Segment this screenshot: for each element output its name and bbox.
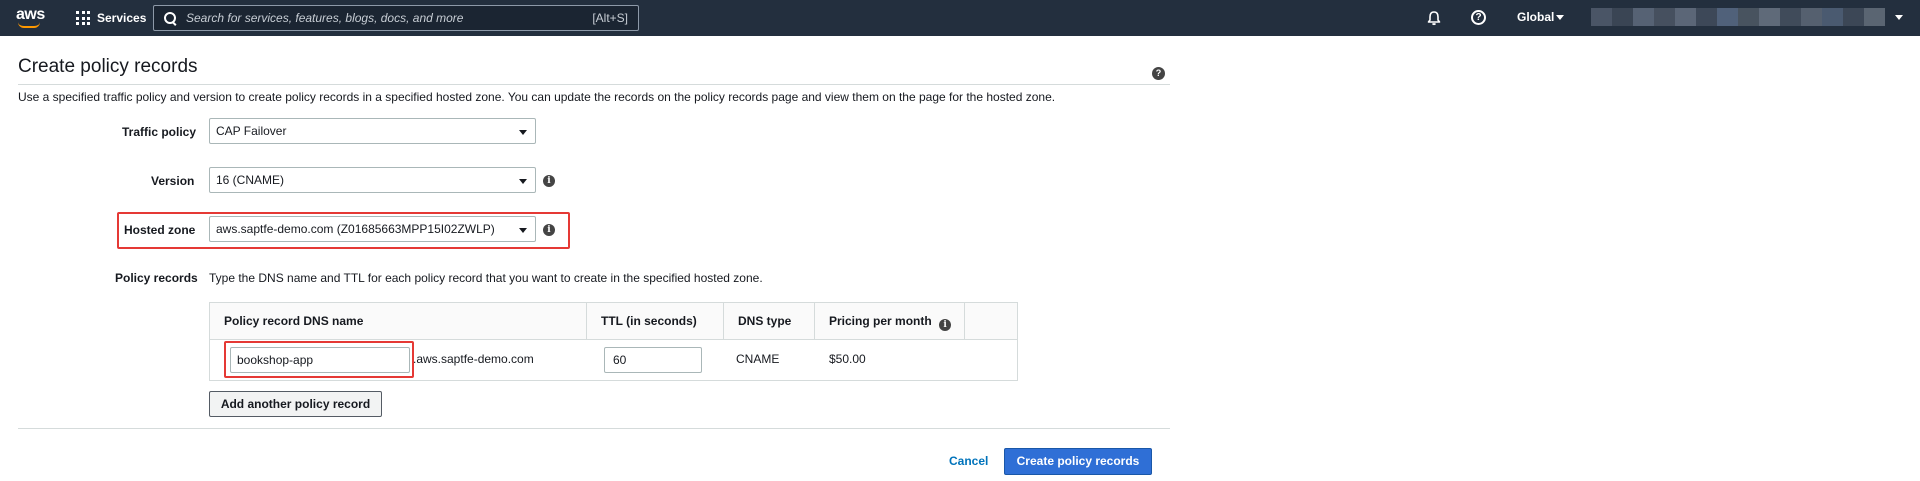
policy-records-label: Policy records [115,271,198,285]
hosted-zone-label: Hosted zone [124,223,196,237]
hosted-zone-info-icon[interactable]: i [543,224,555,236]
redacted-block [1591,8,1612,26]
hosted-zone-value: aws.saptfe-demo.com (Z01685663MPP15I02ZW… [216,222,495,236]
column-header-ttl: TTL (in seconds) [587,303,724,340]
grid-icon [76,11,90,25]
redacted-block [1612,8,1633,26]
search-shortcut-hint: [Alt+S] [592,11,628,25]
aws-logo[interactable]: aws [16,4,46,30]
caret-down-icon [519,179,527,184]
redacted-block [1654,8,1675,26]
version-label: Version [151,174,195,188]
caret-down-icon [1556,15,1564,20]
redacted-block [1780,8,1801,26]
region-selector[interactable]: Global [1517,10,1554,24]
cancel-button[interactable]: Cancel [949,454,988,468]
version-info-icon[interactable]: i [543,175,555,187]
column-header-dns-name: Policy record DNS name [210,303,587,340]
version-value: 16 (CNAME) [216,173,285,187]
search-icon [164,12,176,24]
help-icon[interactable]: ? [1152,67,1165,80]
account-menu-redacted[interactable] [1591,8,1885,26]
redacted-block [1759,8,1780,26]
search-input[interactable]: Search for services, features, blogs, do… [153,5,639,31]
redacted-block [1675,8,1696,26]
traffic-policy-select[interactable]: CAP Failover [209,118,536,144]
services-menu-button[interactable]: Services [76,9,146,27]
pricing-header-label: Pricing per month [829,314,932,328]
column-header-pricing: Pricing per month i [815,303,965,340]
page-description: Use a specified traffic policy and versi… [18,90,1056,104]
redacted-block [1633,8,1654,26]
caret-down-icon [519,130,527,135]
aws-smile-icon [18,22,40,28]
redacted-block [1822,8,1843,26]
redacted-block [1738,8,1759,26]
caret-down-icon [1895,15,1903,20]
notifications-bell-icon[interactable] [1426,10,1442,26]
redacted-block [1696,8,1717,26]
redacted-block [1801,8,1822,26]
pricing-info-icon[interactable]: i [939,319,952,331]
price-value: $50.00 [829,352,866,366]
help-icon[interactable]: ? [1471,10,1487,26]
traffic-policy-value: CAP Failover [216,124,287,138]
policy-records-hint: Type the DNS name and TTL for each polic… [209,271,763,285]
divider [18,428,1170,429]
hosted-zone-select[interactable]: aws.saptfe-demo.com (Z01685663MPP15I02ZW… [209,216,536,242]
help-glyph: ? [1471,10,1486,25]
ttl-input[interactable]: 60 [604,347,702,373]
add-policy-record-button[interactable]: Add another policy record [209,391,382,417]
dns-name-highlight [224,341,414,378]
caret-down-icon [519,228,527,233]
page-title: Create policy records [18,56,198,77]
column-header-dns-type: DNS type [724,303,815,340]
top-navigation-bar: aws Services Search for services, featur… [0,0,1920,36]
divider [18,84,1170,85]
traffic-policy-label: Traffic policy [122,125,197,139]
search-placeholder: Search for services, features, blogs, do… [186,11,464,25]
redacted-block [1843,8,1864,26]
version-select[interactable]: 16 (CNAME) [209,167,536,193]
create-policy-records-button[interactable]: Create policy records [1004,448,1152,475]
redacted-block [1717,8,1738,26]
dns-type-value: CNAME [736,352,780,366]
dns-name-suffix: .aws.saptfe-demo.com [413,352,534,366]
redacted-block [1864,8,1885,26]
table-header-row: Policy record DNS name TTL (in seconds) … [210,303,1017,340]
services-label: Services [97,11,147,25]
